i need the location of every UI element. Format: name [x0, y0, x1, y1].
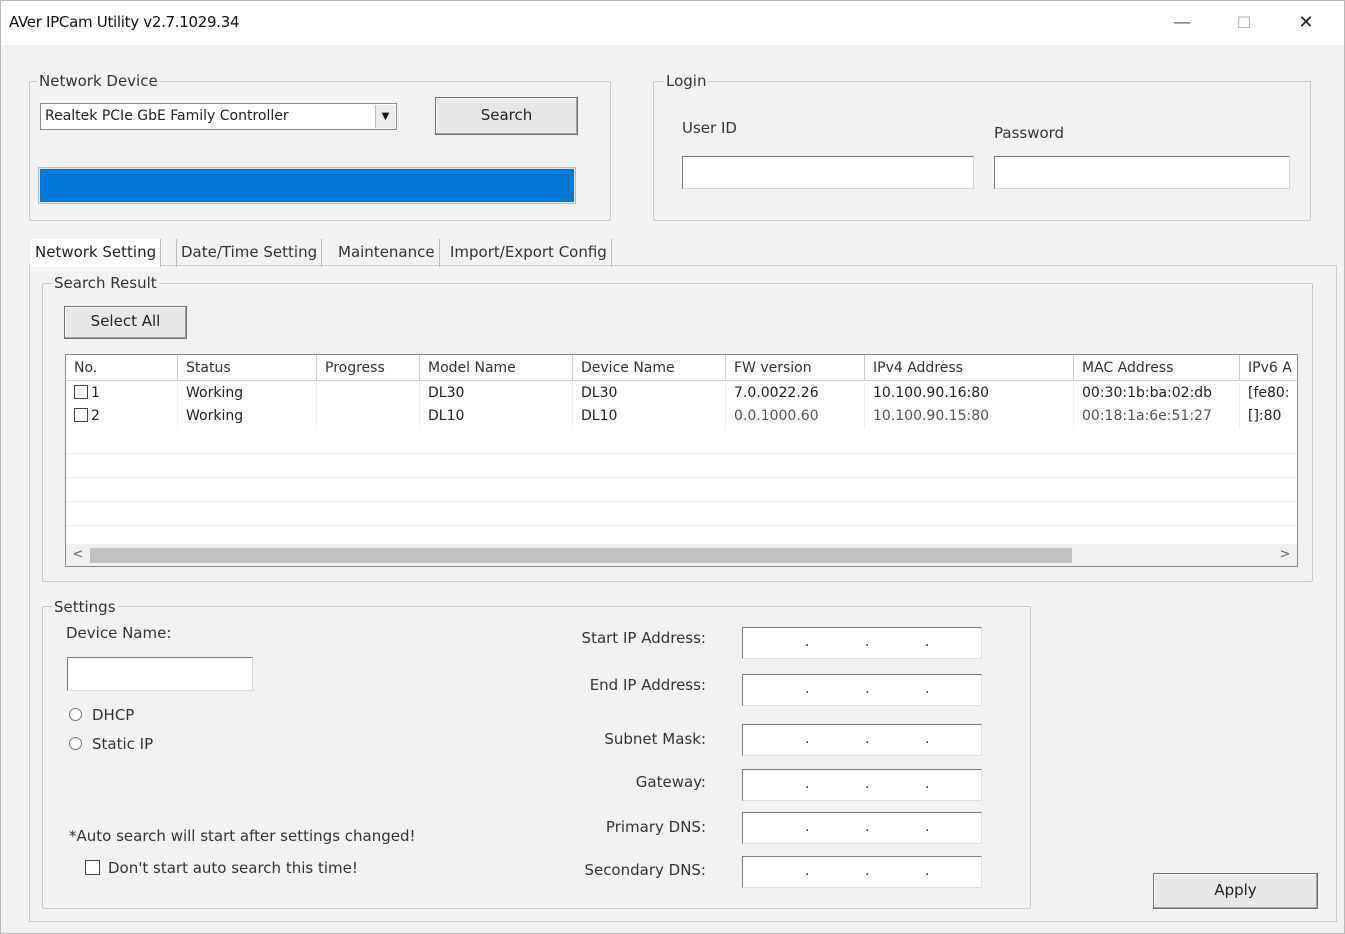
minimize-button[interactable]: — — [1153, 5, 1211, 41]
ipv4-address-cell: 10.100.90.16:80 — [865, 383, 1074, 406]
gateway-label: Gateway: — [635, 773, 706, 791]
row-number-cell: 1 — [66, 383, 178, 406]
dhcp-label[interactable]: DHCP — [92, 706, 134, 724]
column-header-status[interactable]: Status — [178, 355, 317, 381]
device-name-field[interactable] — [67, 657, 253, 691]
device-list[interactable]: No. Status Progress Model Name Device Na… — [65, 354, 1298, 567]
title-bar: AVer IPCam Utility v2.7.1029.34 — ☐ ✕ — [1, 1, 1344, 45]
start-ip-field[interactable]: ... — [742, 627, 982, 659]
network-adapter-select[interactable]: Realtek PCIe GbE Family Controller ▼ — [40, 103, 397, 130]
row-number-cell: 2 — [66, 406, 178, 429]
column-header-mac-address[interactable]: MAC Address — [1074, 355, 1240, 381]
user-id-label: User ID — [682, 119, 737, 137]
row-checkbox[interactable] — [74, 385, 88, 399]
grid-line — [66, 453, 1297, 454]
end-ip-field[interactable]: ... — [742, 674, 982, 706]
ipv4-address-cell: 10.100.90.15:80 — [865, 406, 1074, 429]
model-name-cell: DL10 — [420, 406, 573, 429]
start-ip-label: Start IP Address: — [581, 629, 706, 647]
maximize-button[interactable]: ☐ — [1215, 5, 1273, 41]
dont-auto-search-label[interactable]: Don't start auto search this time! — [108, 859, 358, 877]
gateway-field[interactable]: ... — [742, 769, 982, 801]
scrollbar-thumb[interactable] — [90, 548, 1072, 563]
model-name-cell: DL30 — [420, 383, 573, 406]
device-name-label: Device Name: — [66, 624, 172, 642]
device-list-header: No. Status Progress Model Name Device Na… — [66, 355, 1297, 381]
settings-legend: Settings — [52, 598, 118, 616]
password-field[interactable] — [994, 156, 1290, 189]
tab-maintenance[interactable]: Maintenance — [334, 239, 440, 267]
secondary-dns-field[interactable]: ... — [742, 856, 982, 888]
ipv6-address-cell: []:80 — [1240, 406, 1297, 429]
subnet-mask-field[interactable]: ... — [742, 724, 982, 756]
apply-button[interactable]: Apply — [1153, 873, 1318, 909]
column-header-no[interactable]: No. — [66, 355, 178, 381]
table-row[interactable]: 2 Working DL10 DL10 0.0.1000.60 10.100.9… — [66, 406, 1297, 429]
search-progress-bar — [38, 167, 576, 204]
dhcp-radio[interactable] — [69, 708, 82, 721]
device-name-cell: DL10 — [573, 406, 726, 429]
network-device-legend: Network Device — [37, 72, 160, 90]
search-result-legend: Search Result — [52, 274, 159, 292]
grid-line — [66, 501, 1297, 502]
column-header-model-name[interactable]: Model Name — [420, 355, 573, 381]
status-cell: Working — [178, 406, 317, 429]
window-title: AVer IPCam Utility v2.7.1029.34 — [9, 13, 240, 31]
scroll-left-icon[interactable]: < — [68, 545, 88, 565]
user-id-field[interactable] — [682, 156, 974, 189]
static-ip-radio[interactable] — [69, 737, 82, 750]
primary-dns-label: Primary DNS: — [605, 818, 706, 836]
static-ip-label[interactable]: Static IP — [92, 735, 153, 753]
column-header-ipv4-address[interactable]: IPv4 Address — [865, 355, 1074, 381]
fw-version-cell: 0.0.1000.60 — [726, 406, 865, 429]
ipv6-address-cell: [fe80: — [1240, 383, 1297, 406]
column-header-device-name[interactable]: Device Name — [573, 355, 726, 381]
row-checkbox[interactable] — [74, 408, 88, 422]
auto-search-note: *Auto search will start after settings c… — [69, 827, 416, 845]
fw-version-cell: 7.0.0022.26 — [726, 383, 865, 406]
end-ip-label: End IP Address: — [589, 676, 706, 694]
subnet-mask-label: Subnet Mask: — [604, 730, 706, 748]
login-group — [653, 81, 1311, 221]
dont-auto-search-checkbox[interactable] — [85, 860, 100, 875]
primary-dns-field[interactable]: ... — [742, 812, 982, 844]
tab-network-setting[interactable]: Network Setting — [31, 239, 162, 267]
app-window: AVer IPCam Utility v2.7.1029.34 — ☐ ✕ Ne… — [0, 0, 1345, 934]
close-button[interactable]: ✕ — [1277, 5, 1335, 41]
status-cell: Working — [178, 383, 317, 406]
mac-address-cell: 00:18:1a:6e:51:27 — [1074, 406, 1240, 429]
grid-line — [66, 477, 1297, 478]
column-header-ipv6-address[interactable]: IPv6 A — [1240, 355, 1297, 381]
password-label: Password — [994, 124, 1065, 142]
tab-import-export-config[interactable]: Import/Export Config — [446, 239, 612, 267]
search-progress-fill — [40, 169, 574, 202]
column-header-fw-version[interactable]: FW version — [726, 355, 865, 381]
tab-date-time-setting[interactable]: Date/Time Setting — [176, 239, 323, 267]
column-header-progress[interactable]: Progress — [317, 355, 420, 381]
chevron-down-icon[interactable]: ▼ — [375, 105, 395, 128]
select-all-button[interactable]: Select All — [64, 306, 187, 339]
login-legend: Login — [664, 72, 709, 90]
progress-cell — [317, 383, 420, 406]
progress-cell — [317, 406, 420, 429]
secondary-dns-label: Secondary DNS: — [584, 861, 706, 879]
search-button[interactable]: Search — [435, 97, 578, 135]
grid-line — [66, 525, 1297, 526]
network-adapter-value: Realtek PCIe GbE Family Controller — [45, 108, 289, 124]
scroll-right-icon[interactable]: > — [1275, 545, 1295, 565]
device-name-cell: DL30 — [573, 383, 726, 406]
horizontal-scrollbar[interactable]: < > — [66, 544, 1297, 566]
mac-address-cell: 00:30:1b:ba:02:db — [1074, 383, 1240, 406]
table-row[interactable]: 1 Working DL30 DL30 7.0.0022.26 10.100.9… — [66, 383, 1297, 406]
